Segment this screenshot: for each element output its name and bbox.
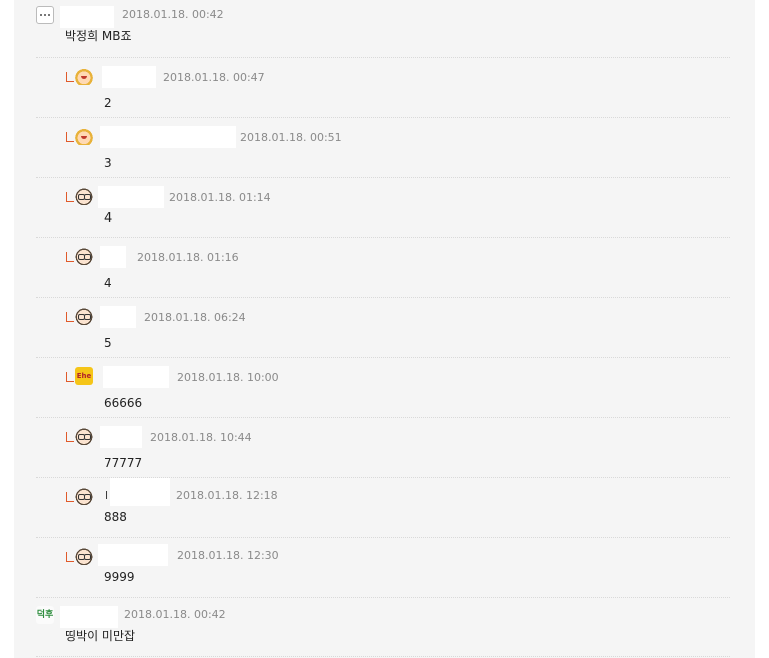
comment-date: 2018.01.18. 01:16 [137,251,239,264]
divider [36,57,730,58]
reply-item: 2018.01.18. 00:47 2 [66,66,730,116]
divider [36,537,730,538]
divider [36,656,730,657]
comment-date: 2018.01.18. 12:18 [176,489,278,502]
nickname-redacted[interactable] [98,186,164,208]
comment-date: 2018.01.18. 01:14 [169,191,271,204]
comment-body: 888 [104,510,127,524]
divider [36,357,730,358]
glasses-avatar[interactable] [75,427,93,445]
comment-body: 박정희 MB죠 [65,29,132,43]
nickname-redacted[interactable] [102,66,156,88]
reply-arrow-icon [66,552,74,562]
comment-date: 2018.01.18. 10:44 [150,431,252,444]
glasses-avatar[interactable] [75,187,93,205]
nickname-redacted[interactable] [60,606,118,628]
reply-item: 2018.01.18. 10:44 77777 [66,426,730,476]
glasses-avatar[interactable] [75,307,93,325]
reply-arrow-icon [66,252,74,262]
comment-body: 2 [104,96,112,110]
reply-arrow-icon [66,72,74,82]
comment-body: 3 [104,156,112,170]
sign-avatar[interactable]: Ehe [75,367,93,385]
comment-body: 5 [104,336,112,350]
divider [36,597,730,598]
glasses-avatar[interactable] [75,247,93,265]
ghost-avatar[interactable] [36,6,54,24]
blonde-avatar[interactable] [75,67,93,85]
nickname-fragment: l [105,489,109,502]
comment-list-panel: 2018.01.18. 00:42 박정희 MB죠 2018.01.18. 00… [14,0,755,658]
nickname-redacted[interactable] [103,366,169,388]
divider [36,117,730,118]
reply-item: 2018.01.18. 00:51 3 [66,126,730,176]
reply-arrow-icon [66,432,74,442]
nickname-redacted[interactable] [100,246,126,268]
comment-date: 2018.01.18. 00:47 [163,71,265,84]
reply-arrow-icon [66,192,74,202]
comment-item: 2018.01.18. 00:42 박정희 MB죠 [36,0,730,56]
reply-item: 2018.01.18. 06:24 5 [66,306,730,356]
nickname-redacted[interactable] [100,126,236,148]
divider [36,177,730,178]
reply-arrow-icon [66,312,74,322]
nickname-redacted[interactable] [100,306,136,328]
nickname-redacted[interactable] [98,544,168,566]
comment-body: 4 [104,211,113,226]
reply-item: Ehe 2018.01.18. 10:00 66666 [66,366,730,416]
reply-arrow-icon [66,492,74,502]
comment-item: 덕후 2018.01.18. 00:42 띵박이 미만잡 [36,600,730,656]
divider [36,417,730,418]
comment-body: 77777 [104,456,143,470]
comment-body: 9999 [104,570,135,584]
glasses-avatar[interactable] [75,547,93,565]
reply-item: l 2018.01.18. 12:18 888 [66,478,730,536]
comment-date: 2018.01.18. 00:42 [122,8,224,21]
divider [36,297,730,298]
comment-body: 띵박이 미만잡 [65,629,136,643]
nickname-redacted[interactable] [110,478,170,506]
comment-date: 2018.01.18. 00:42 [124,608,226,621]
comment-body: 4 [104,276,112,290]
reply-item: 2018.01.18. 01:16 4 [66,246,730,296]
deok-avatar[interactable]: 덕후 [36,606,54,624]
reply-arrow-icon [66,372,74,382]
comment-date: 2018.01.18. 06:24 [144,311,246,324]
glasses-avatar[interactable] [75,487,93,505]
divider [36,237,730,238]
reply-item: 2018.01.18. 12:30 9999 [66,544,730,596]
reply-item: 2018.01.18. 01:14 4 [66,186,730,236]
comment-body: 66666 [104,396,143,410]
comment-date: 2018.01.18. 10:00 [177,371,279,384]
comment-date: 2018.01.18. 00:51 [240,131,342,144]
reply-arrow-icon [66,132,74,142]
comment-date: 2018.01.18. 12:30 [177,549,279,562]
blonde-avatar[interactable] [75,127,93,145]
nickname-redacted[interactable] [100,426,142,448]
nickname-redacted[interactable] [60,6,114,28]
